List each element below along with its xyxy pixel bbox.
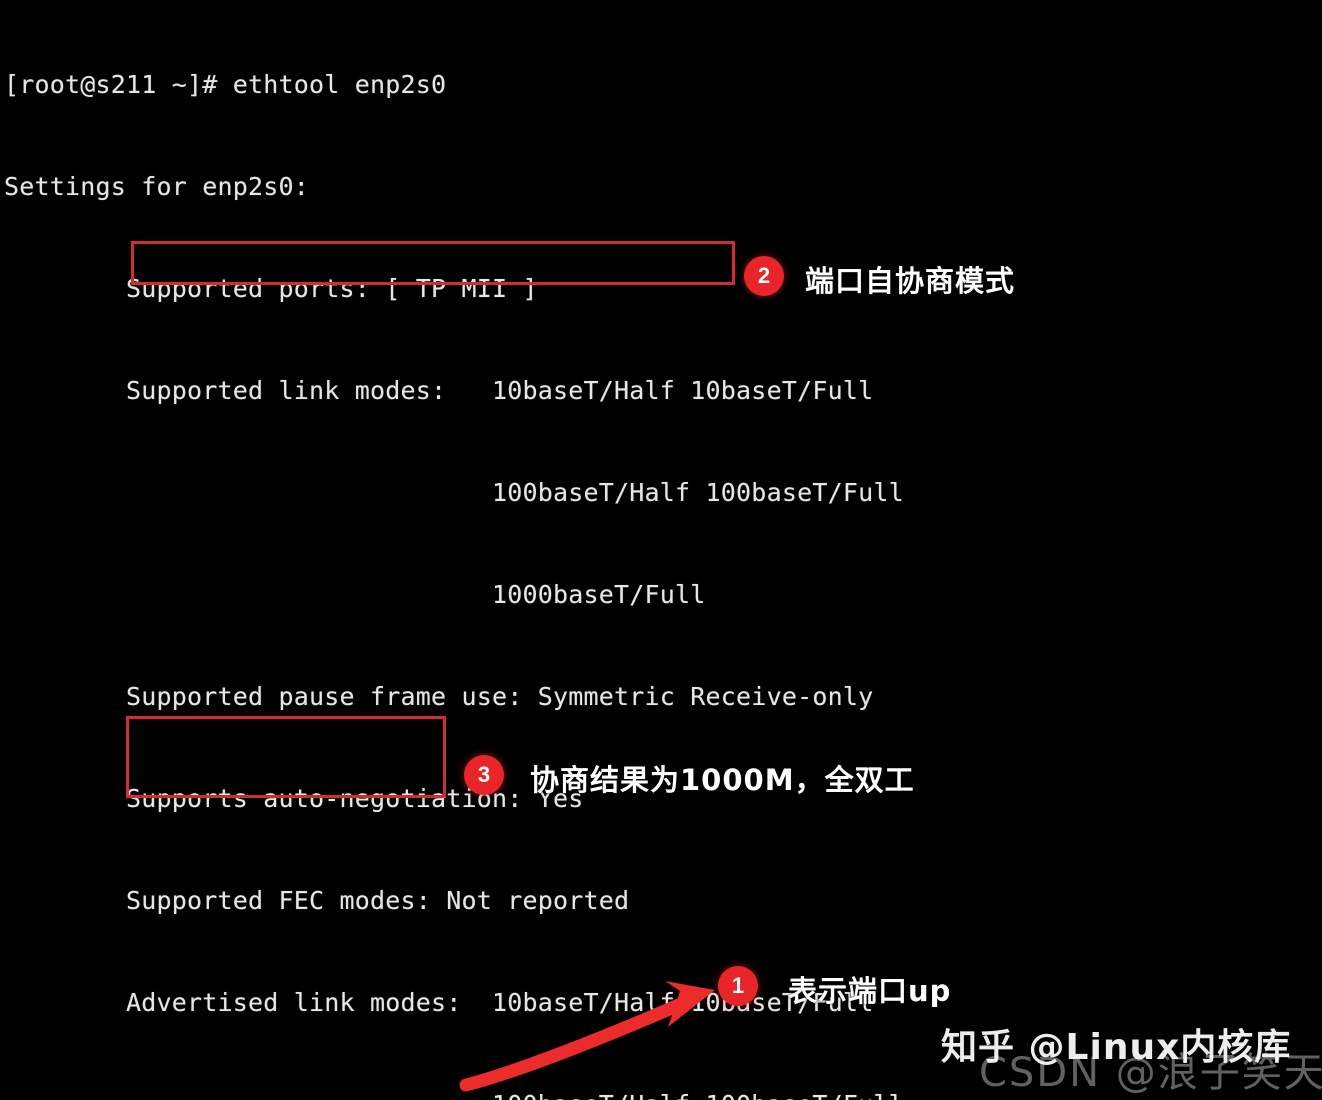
terminal-output[interactable]: [root@s211 ~]# ethtool enp2s0 Settings f…: [0, 0, 1322, 1100]
annotation-badge-1: 1: [718, 966, 758, 1006]
annotation-badge-2: 2: [744, 256, 784, 296]
terminal-line: Supported pause frame use: Symmetric Rec…: [4, 682, 874, 711]
terminal-line: Supported ports: [ TP MII ]: [4, 274, 538, 303]
terminal-line: Advertised link modes: 10baseT/Half 10ba…: [4, 988, 874, 1017]
terminal-line: [root@s211 ~]# ethtool enp2s0: [4, 70, 447, 99]
annotation-caption-2: 端口自协商模式: [805, 264, 1016, 298]
annotation-caption-3: 协商结果为1000M，全双工: [530, 763, 915, 797]
terminal-line: Supported link modes: 10baseT/Half 10bas…: [4, 376, 874, 405]
terminal-line: 100baseT/Half 100baseT/Full: [4, 478, 904, 507]
terminal-line: Supported FEC modes: Not reported: [4, 886, 630, 915]
terminal-line: 100baseT/Half 100baseT/Full: [0, 1088, 1322, 1100]
terminal-screenshot: [root@s211 ~]# ethtool enp2s0 Settings f…: [0, 0, 1322, 1100]
annotation-badge-3: 3: [464, 755, 504, 795]
terminal-line: 1000baseT/Full: [4, 580, 706, 609]
terminal-line: Settings for enp2s0:: [4, 172, 310, 201]
annotation-caption-1: 表示端口up: [788, 974, 952, 1008]
